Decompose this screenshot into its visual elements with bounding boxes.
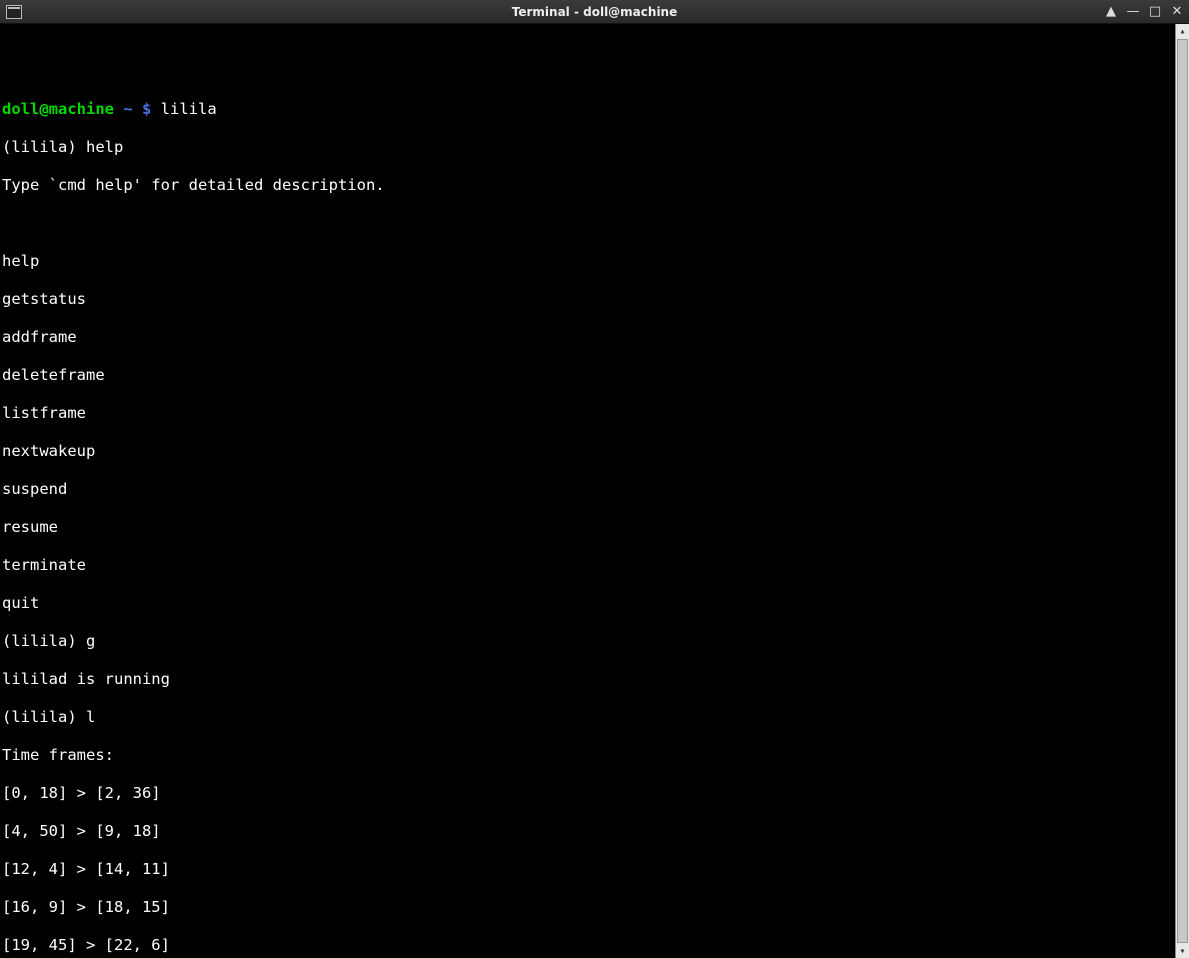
prompt-path: ~ $ [114,100,161,118]
output-line: lililad is running [2,670,1175,689]
output-line: [19, 45] > [22, 6] [2,936,1175,955]
scroll-up-button[interactable]: ▴ [1176,24,1189,38]
output-line: Type `cmd help' for detailed description… [2,176,1175,195]
terminal-viewport[interactable]: doll@machine ~ $ lilila (lilila) help Ty… [0,24,1175,958]
output-line: [12, 4] > [14, 11] [2,860,1175,879]
terminal-blank-top [2,43,1175,81]
scroll-up-icon[interactable]: ▲ [1103,4,1119,20]
output-line: resume [2,518,1175,537]
maximize-button[interactable]: □ [1147,4,1163,20]
output-line: terminate [2,556,1175,575]
output-line: (lilila) help [2,138,1175,157]
window-controls: ▲ — □ ✕ [1103,0,1185,23]
output-line: (lilila) l [2,708,1175,727]
typed-command: lilila [161,100,217,118]
output-line: help [2,252,1175,271]
output-line: [0, 18] > [2, 36] [2,784,1175,803]
close-button[interactable]: ✕ [1169,4,1185,20]
output-line: addframe [2,328,1175,347]
output-line: getstatus [2,290,1175,309]
output-line: [4, 50] > [9, 18] [2,822,1175,841]
scrollbar[interactable]: ▴ ▾ [1175,24,1189,958]
output-line: quit [2,594,1175,613]
output-line: [16, 9] > [18, 15] [2,898,1175,917]
output-line: (lilila) g [2,632,1175,651]
output-line: listframe [2,404,1175,423]
window-titlebar: Terminal - doll@machine ▲ — □ ✕ [0,0,1189,24]
output-line: deleteframe [2,366,1175,385]
scroll-down-button[interactable]: ▾ [1176,944,1189,958]
output-line: suspend [2,480,1175,499]
minimize-button[interactable]: — [1125,4,1141,20]
output-line [2,214,1175,233]
scroll-thumb[interactable] [1177,39,1188,943]
prompt-userhost: doll@machine [2,100,114,118]
output-line: nextwakeup [2,442,1175,461]
shell-prompt-line: doll@machine ~ $ lilila [2,100,1175,119]
window-title: Terminal - doll@machine [0,5,1189,19]
output-line: Time frames: [2,746,1175,765]
terminal-app-icon [6,5,22,19]
